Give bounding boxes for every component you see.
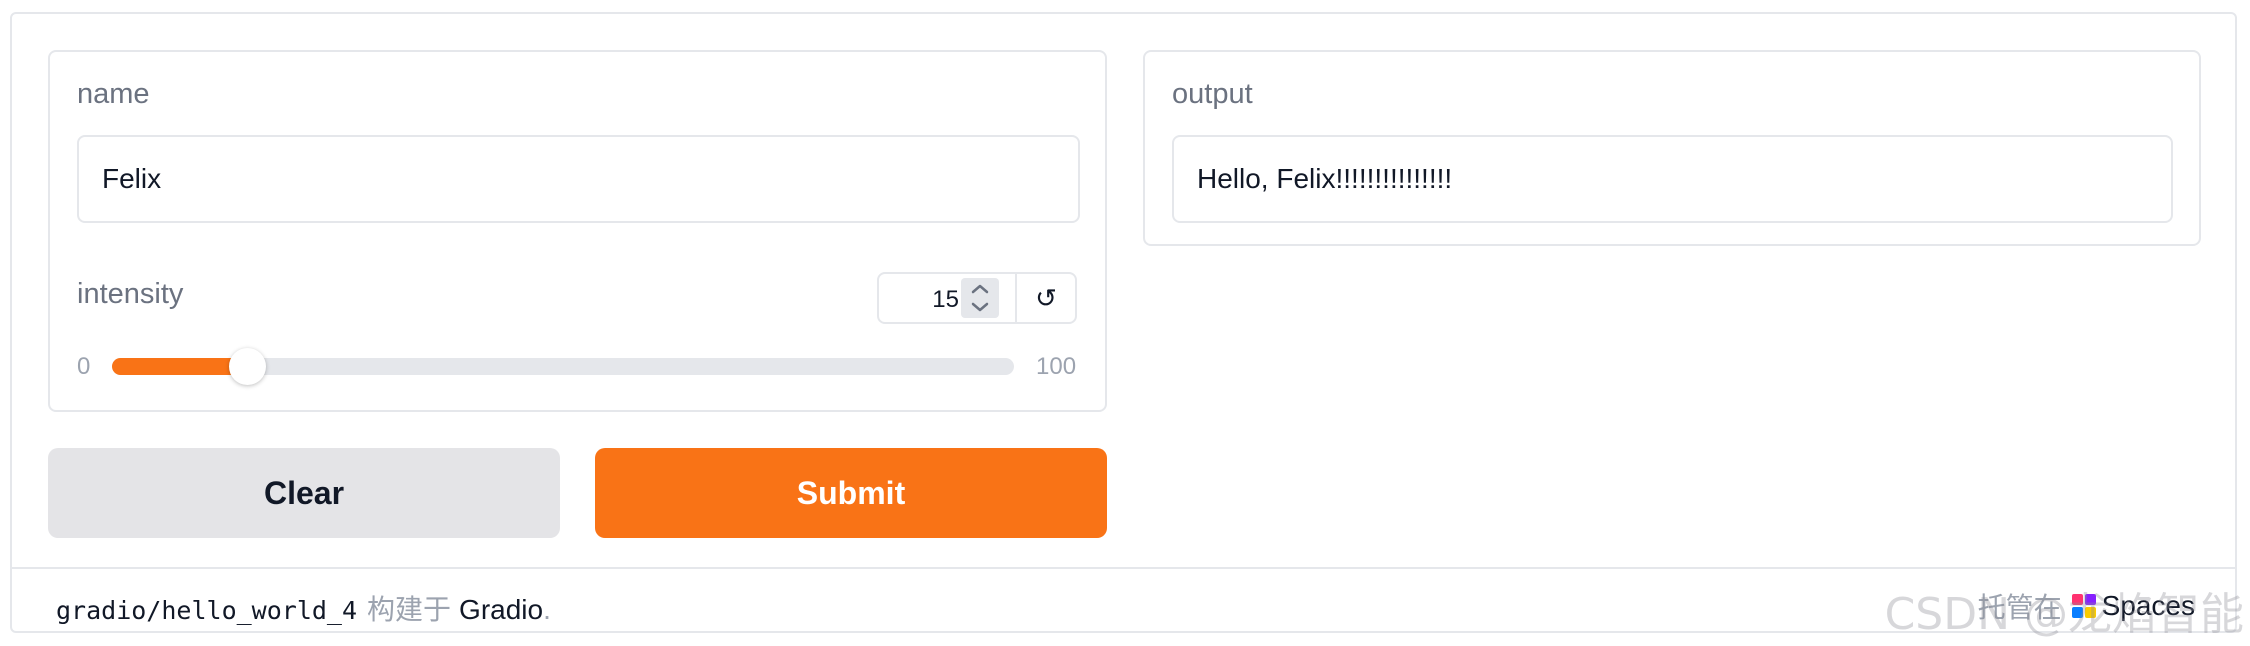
built-with-text: 构建于 xyxy=(367,594,452,625)
slider-min-label: 0 xyxy=(77,353,91,380)
slider-thumb[interactable] xyxy=(229,348,267,385)
name-textbox[interactable]: Felix xyxy=(77,135,1080,223)
gradio-app: name Felix intensity 15 ↺ 0 100 output H… xyxy=(10,12,2237,633)
footer-period: . xyxy=(543,594,551,625)
output-value: Hello, Felix!!!!!!!!!!!!!!! xyxy=(1197,163,1453,194)
spaces-link: Spaces xyxy=(2101,590,2195,621)
name-value: Felix xyxy=(102,163,162,194)
intensity-label: intensity xyxy=(77,278,184,310)
input-panel: name Felix intensity 15 ↺ 0 100 xyxy=(48,50,1107,412)
output-panel: output Hello, Felix!!!!!!!!!!!!!!! xyxy=(1143,50,2201,246)
output-label: output xyxy=(1172,78,1253,110)
clear-button[interactable]: Clear xyxy=(48,448,560,538)
output-textbox[interactable]: Hello, Felix!!!!!!!!!!!!!!! xyxy=(1172,135,2173,223)
slider-max-label: 100 xyxy=(1036,353,1077,380)
gradio-link[interactable]: Gradio xyxy=(459,594,543,626)
submit-button-label: Submit xyxy=(796,474,906,511)
hosted-on-text: 托管在 xyxy=(1977,592,2062,623)
space-name[interactable]: gradio/hello_world_4 xyxy=(56,596,357,625)
spaces-logo-icon xyxy=(2071,594,2096,618)
name-label: name xyxy=(77,78,150,110)
footer-divider xyxy=(12,567,2235,569)
footer-left: gradio/hello_world_4 构建于 Gradio . xyxy=(56,588,551,628)
number-spinner[interactable] xyxy=(961,278,999,318)
reset-button[interactable]: ↺ xyxy=(1017,274,1075,322)
intensity-number-value: 15 xyxy=(932,286,959,313)
intensity-number-input[interactable]: 15 xyxy=(879,274,1017,322)
submit-button[interactable]: Submit xyxy=(595,448,1107,538)
intensity-slider[interactable] xyxy=(112,348,1014,385)
clear-button-label: Clear xyxy=(263,474,345,511)
footer-right[interactable]: 托管在 Spaces xyxy=(1978,586,2195,626)
spinner-arrows-icon xyxy=(971,284,989,312)
reset-icon: ↺ xyxy=(1035,282,1057,313)
slider-fill xyxy=(112,358,248,375)
intensity-number-group: 15 ↺ xyxy=(877,272,1077,324)
